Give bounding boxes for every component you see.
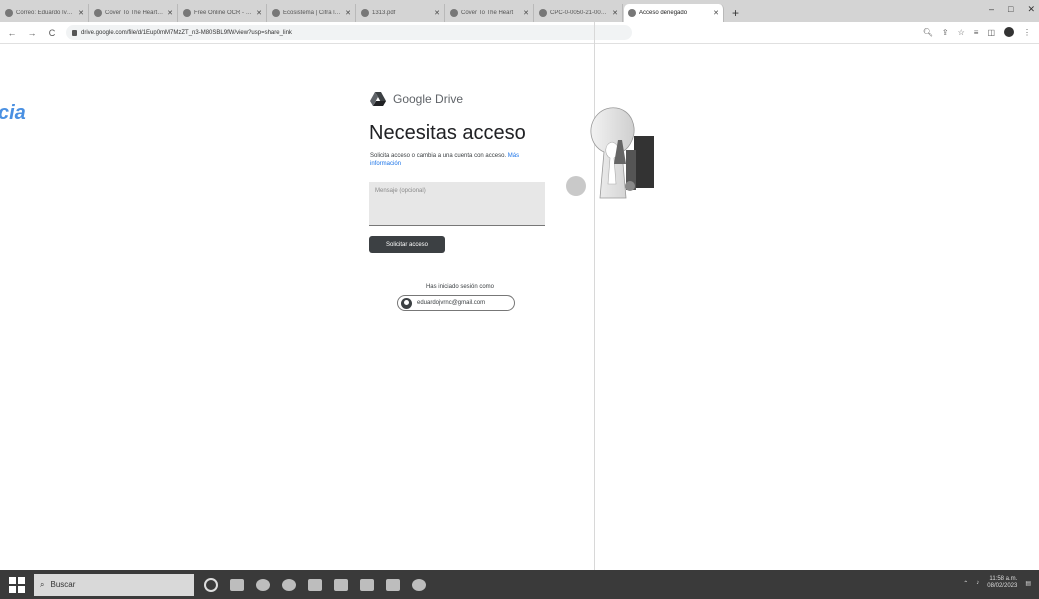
close-tab-icon[interactable]: ✕ <box>612 9 618 17</box>
browser-tab[interactable]: Ecosistema | Cifra los ca✕ <box>268 4 356 22</box>
network-icon[interactable]: ⌃ <box>963 580 968 587</box>
account-switcher[interactable]: eduardojvrnc@gmail.com <box>397 295 515 311</box>
google-drive-icon <box>370 92 386 106</box>
tab-strip: Correo: Eduardo Ivonne ✕ Cover To The Hear… <box>0 0 1039 22</box>
chrome-icon[interactable] <box>256 578 270 591</box>
access-description: Solicita acceso o cambia a una cuenta co… <box>370 152 550 168</box>
clock-date: 08/02/2023 <box>987 583 1018 589</box>
tab-title: Free Online OCR - convert <box>194 10 253 16</box>
browser-tab[interactable]: Acceso denegado ✕ <box>624 4 724 22</box>
youtube-icon <box>94 9 102 17</box>
close-tab-icon[interactable]: ✕ <box>434 9 440 17</box>
minimize-button[interactable]: – <box>989 4 994 15</box>
star-icon[interactable]: ☆ <box>958 28 965 37</box>
window-controls: – □ ✕ <box>989 4 1035 15</box>
request-access-button[interactable]: Solicitar acceso <box>369 236 445 253</box>
sidebar-icon[interactable]: ◫ <box>987 28 995 37</box>
drive-icon <box>628 9 636 17</box>
edge-icon[interactable] <box>282 578 296 591</box>
volume-icon[interactable]: ♪ <box>976 580 979 586</box>
cortana-icon[interactable] <box>204 577 218 592</box>
close-tab-icon[interactable]: ✕ <box>167 9 173 17</box>
message-field[interactable] <box>369 182 545 226</box>
windows-start-icon[interactable] <box>8 576 26 594</box>
back-button[interactable]: ← <box>6 28 18 38</box>
share-icon[interactable]: ⇪ <box>942 28 949 37</box>
outlook-icon <box>5 9 13 17</box>
close-tab-icon[interactable]: ✕ <box>78 9 84 17</box>
tab-title: CPC-0-0050-21-004.pdf <box>550 10 610 16</box>
url-text: drive.google.com/file/d/1Eup0mM7MzZT_n3-… <box>81 29 292 36</box>
lock-icon <box>72 29 77 36</box>
close-tab-icon[interactable]: ✕ <box>256 9 262 17</box>
search-icon: ⌕ <box>40 579 45 589</box>
close-tab-icon[interactable]: ✕ <box>713 9 719 17</box>
taskbar-search[interactable]: ⌕ Buscar <box>34 573 194 596</box>
account-icon <box>401 297 412 309</box>
explorer-icon[interactable] <box>308 578 322 591</box>
brand-name: Google Drive <box>393 92 464 106</box>
keyhole-illustration <box>566 107 654 199</box>
taskbar: ⌕ Buscar ⌃ ♪ 11:58 a.m. 08/02/2023 ▤ <box>0 570 1039 599</box>
site-icon <box>272 9 280 17</box>
close-tab-icon[interactable]: ✕ <box>345 9 351 17</box>
toolbar-icons: 🔍︎ ⇪ ☆ ≡ ◫ ⋮ <box>923 27 1031 37</box>
tab-title: Cover To The Heart <box>461 10 514 16</box>
browser-tab[interactable]: CPC-0-0050-21-004.pdf ✕ <box>535 4 623 22</box>
account-email: eduardojvrnc@gmail.com <box>417 300 486 306</box>
word-icon[interactable] <box>360 578 374 591</box>
profile-icon[interactable] <box>1004 27 1014 37</box>
browser-tab[interactable]: Cover To The Heart - Pooh✕ <box>90 4 178 22</box>
settings-icon[interactable] <box>412 578 426 591</box>
browser-tab[interactable]: 1313.pdf ✕ <box>357 4 445 22</box>
partial-logo: cia <box>0 102 26 124</box>
excel-icon[interactable] <box>386 578 400 591</box>
maximize-button[interactable]: □ <box>1008 4 1013 15</box>
tab-title: 1313.pdf <box>372 10 396 16</box>
close-window-button[interactable]: ✕ <box>1027 4 1035 15</box>
new-tab-button[interactable]: + <box>724 4 747 22</box>
pdf-icon <box>361 9 369 17</box>
access-description-text: Solicita acceso o cambia a una cuenta co… <box>370 153 507 159</box>
tab-title: Acceso denegado <box>639 10 688 16</box>
menu-icon[interactable]: ⋮ <box>1023 28 1031 37</box>
reload-button[interactable]: C <box>46 28 58 38</box>
store-icon[interactable] <box>334 578 348 591</box>
close-tab-icon[interactable]: ✕ <box>523 9 529 17</box>
ocr-icon <box>183 9 191 17</box>
browser-tab[interactable]: Free Online OCR - convert✕ <box>179 4 267 22</box>
tab-title: Cover To The Heart - Pooh <box>105 10 164 16</box>
browser-tab[interactable]: Correo: Eduardo Ivonne ✕ <box>1 4 89 22</box>
tab-title: Correo: Eduardo Ivonne <box>16 10 76 16</box>
notifications-icon[interactable]: ▤ <box>1025 580 1031 587</box>
reading-list-icon[interactable]: ≡ <box>974 28 979 37</box>
page-title: Necesitas acceso <box>369 122 526 144</box>
forward-button[interactable]: → <box>26 28 38 38</box>
address-bar[interactable]: drive.google.com/file/d/1Eup0mM7MzZT_n3-… <box>66 25 632 40</box>
browser-toolbar: ← → C drive.google.com/file/d/1Eup0mM7Mz… <box>0 22 1039 44</box>
system-tray: ⌃ ♪ 11:58 a.m. 08/02/2023 ▤ <box>963 576 1031 590</box>
youtube-icon <box>450 9 458 17</box>
browser-tab[interactable]: Cover To The Heart ✕ <box>446 4 534 22</box>
google-drive-brand: Google Drive <box>370 92 463 106</box>
drive-icon <box>539 9 547 17</box>
search-placeholder: Buscar <box>50 580 76 589</box>
clock-time: 11:58 a.m. <box>989 576 1018 582</box>
signed-in-label: Has iniciado sesión como <box>425 284 495 290</box>
zoom-icon[interactable]: 🔍︎ <box>923 28 933 37</box>
task-view-icon[interactable] <box>230 578 244 591</box>
clock[interactable]: 11:58 a.m. 08/02/2023 <box>987 576 1017 590</box>
tab-title: Ecosistema | Cifra los ca <box>283 10 342 16</box>
